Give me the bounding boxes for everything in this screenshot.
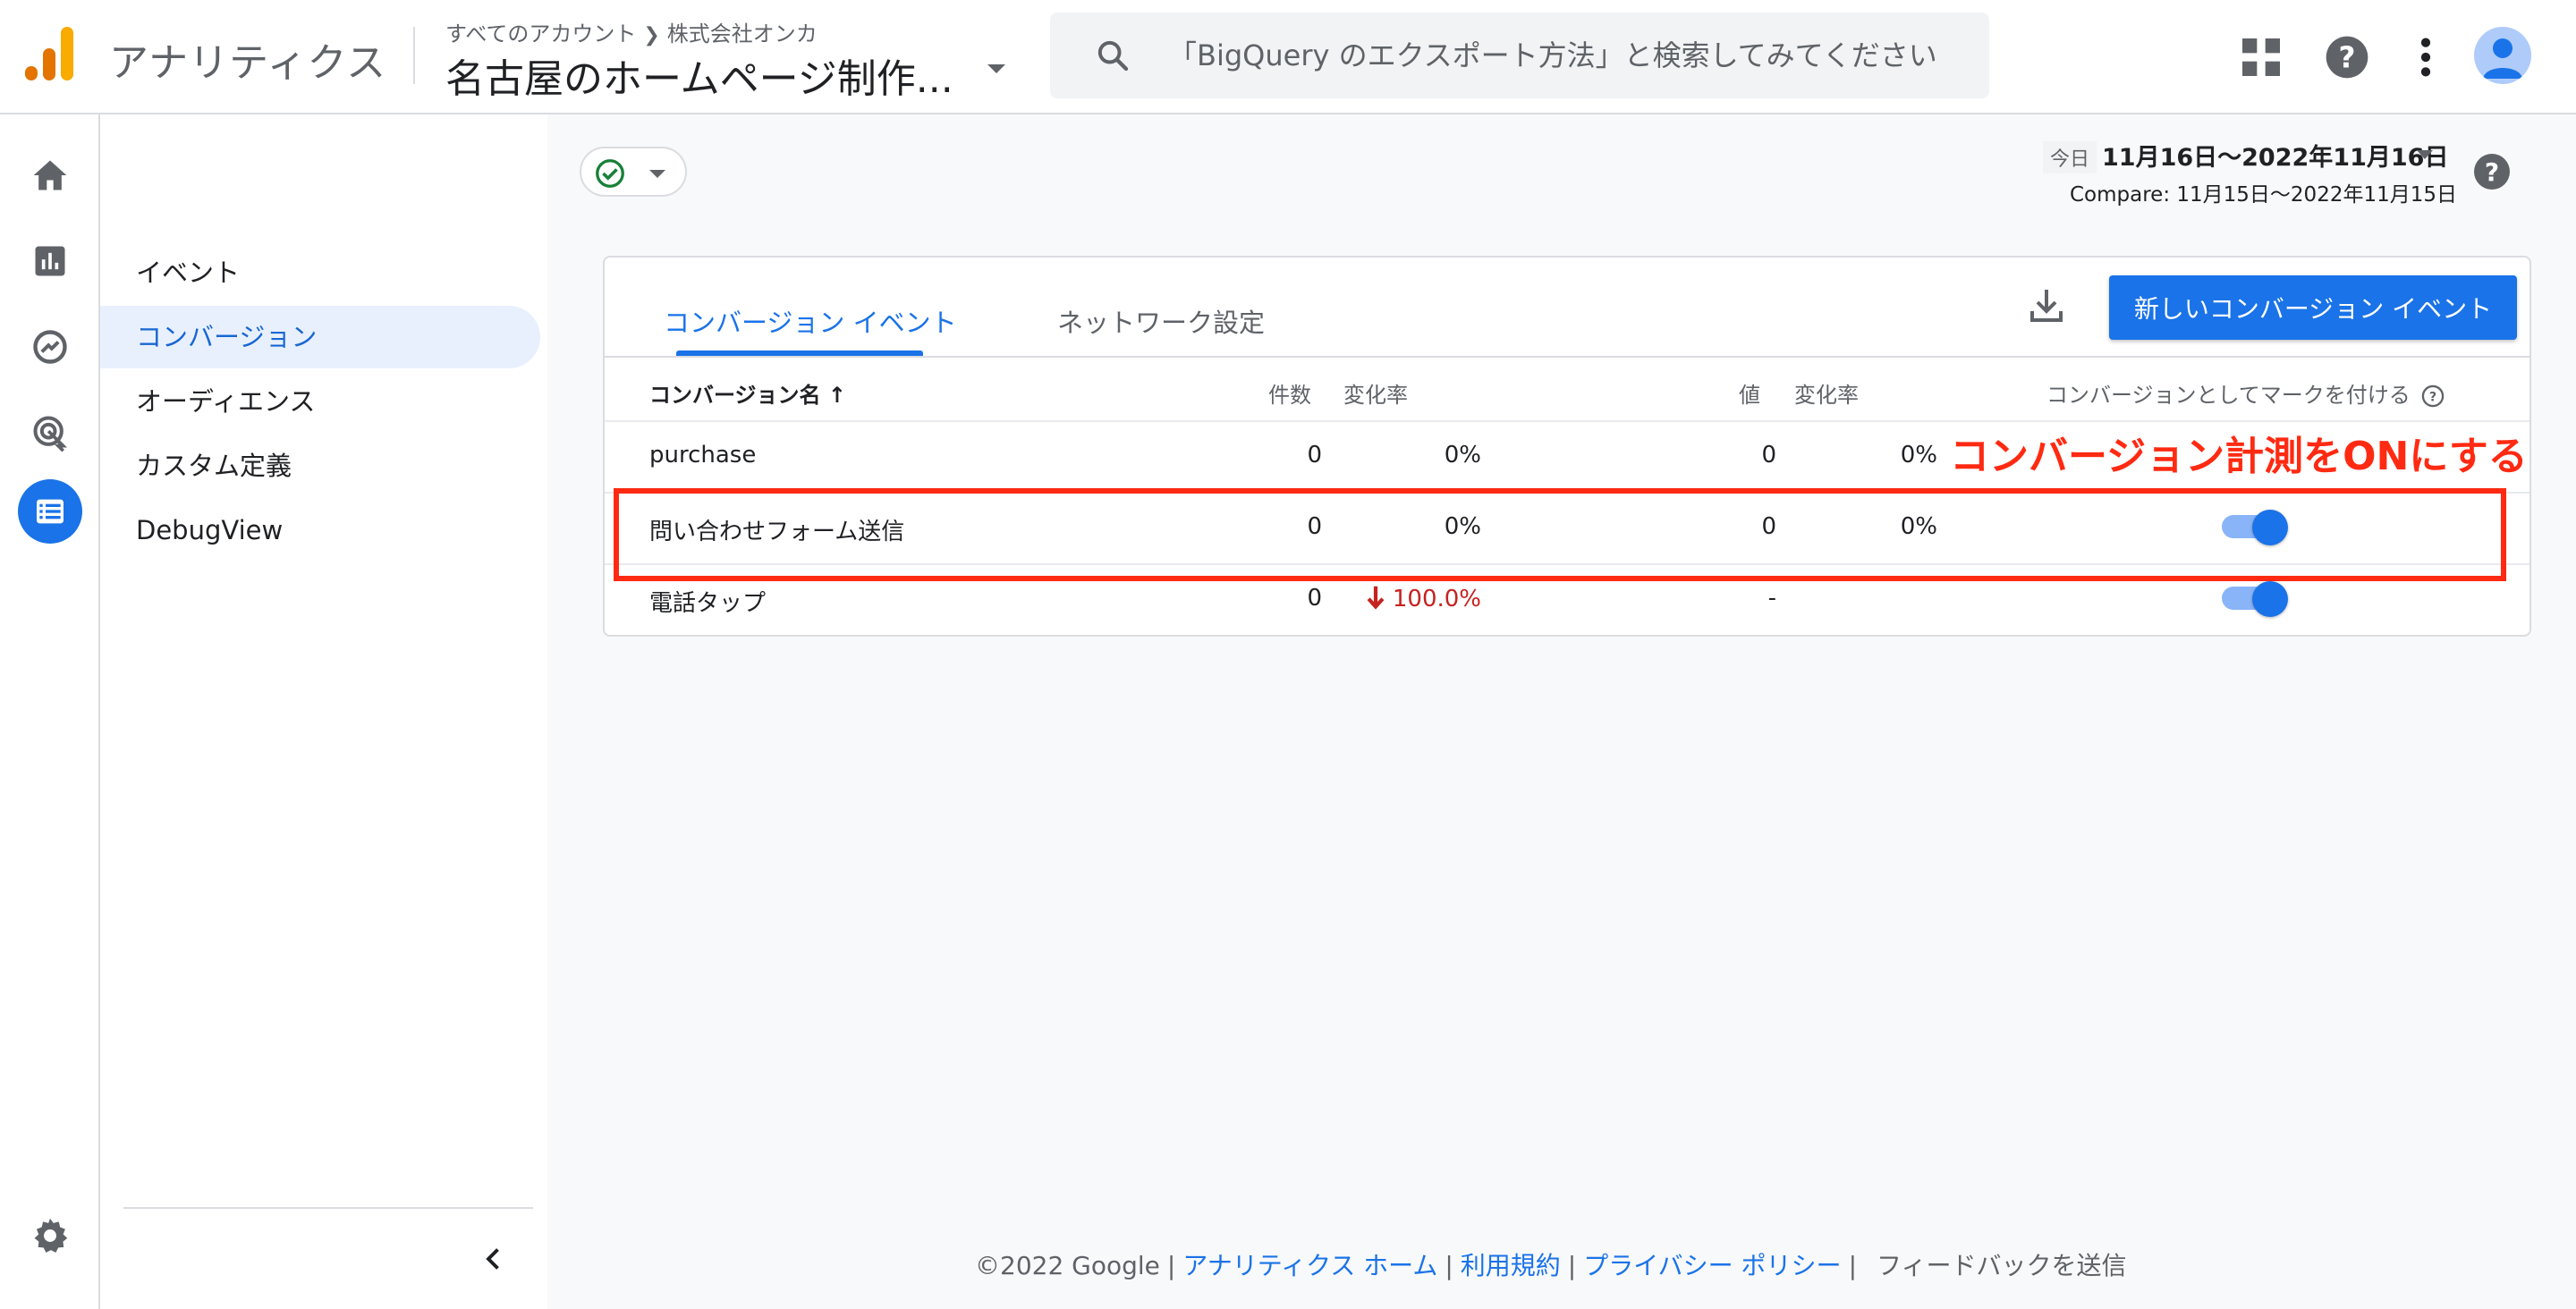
date-today-label: 今日 bbox=[2043, 141, 2097, 173]
tab-network-settings[interactable]: ネットワーク設定 bbox=[1057, 302, 1265, 340]
chevron-right-icon: ❯ bbox=[643, 24, 660, 46]
date-range-selector[interactable]: 11月16日〜2022年11月16日 bbox=[2102, 138, 2448, 173]
page-help-icon[interactable]: ? bbox=[2470, 150, 2513, 193]
check-circle-icon bbox=[596, 159, 624, 188]
tabs-divider bbox=[605, 356, 2529, 358]
breadcrumb-account[interactable]: 株式会社オンカ bbox=[667, 21, 818, 46]
tab-conversion-events[interactable]: コンバージョン イベント bbox=[664, 302, 957, 340]
subnav-item-custom-definitions[interactable]: カスタム定義 bbox=[136, 435, 292, 497]
rail-settings[interactable] bbox=[21, 1207, 79, 1264]
help-outline-icon[interactable]: ? bbox=[2420, 384, 2445, 409]
footer-separator: | bbox=[1567, 1251, 1577, 1280]
collapse-nav-button[interactable] bbox=[469, 1234, 519, 1284]
rail-home[interactable] bbox=[21, 147, 79, 204]
footer-copyright: ©2022 Google bbox=[975, 1251, 1160, 1280]
footer-link-terms[interactable]: 利用規約 bbox=[1461, 1251, 1561, 1280]
search-icon bbox=[1097, 40, 1129, 72]
subnav-divider bbox=[123, 1207, 533, 1209]
svg-text:?: ? bbox=[2339, 41, 2356, 75]
chevron-left-icon bbox=[486, 1248, 499, 1270]
arrow-down-icon bbox=[1367, 586, 1385, 610]
rail-advertising[interactable] bbox=[21, 404, 79, 461]
footer-separator: | bbox=[1166, 1251, 1176, 1280]
apps-grid-icon[interactable] bbox=[2236, 32, 2286, 82]
row-count-change: 0% bbox=[1444, 442, 1481, 469]
column-header-mark: コンバージョンとしてマークを付ける ? bbox=[2046, 377, 2445, 409]
page-footer: ©2022 Google | アナリティクス ホーム | 利用規約 | プライバシー ポリシ… bbox=[975, 1246, 2126, 1282]
subnav-item-events[interactable]: イベント bbox=[136, 241, 240, 304]
mark-as-conversion-toggle[interactable] bbox=[2222, 581, 2290, 617]
row-name[interactable]: purchase bbox=[649, 442, 756, 469]
breadcrumb-all-accounts[interactable]: すべてのアカウント bbox=[445, 21, 636, 46]
explore-icon bbox=[33, 330, 67, 364]
account-avatar[interactable] bbox=[2474, 27, 2531, 84]
property-selector[interactable]: 名古屋のホームページ制作... bbox=[445, 46, 953, 104]
column-header-count: 件数 bbox=[1268, 383, 1311, 408]
download-icon[interactable] bbox=[2025, 284, 2068, 327]
row-count: 0 bbox=[1307, 585, 1322, 612]
footer-separator: | bbox=[1848, 1251, 1857, 1280]
app-name: アナリティクス bbox=[109, 40, 387, 86]
settings-icon bbox=[34, 1218, 68, 1253]
subnav-item-audiences[interactable]: オーディエンス bbox=[136, 370, 315, 433]
new-conversion-event-button[interactable]: 新しいコンバージョン イベント bbox=[2109, 275, 2517, 340]
row-name[interactable]: 電話タップ bbox=[649, 585, 766, 618]
row-value-change: 0% bbox=[1900, 442, 1937, 469]
person-icon bbox=[2483, 38, 2522, 79]
account-breadcrumb[interactable]: すべてのアカウント ❯ 株式会社オンカ bbox=[445, 16, 818, 47]
annotation-highlight-box bbox=[614, 488, 2506, 581]
column-header-name[interactable]: コンバージョン名 ↑ bbox=[649, 377, 846, 409]
row-count: 0 bbox=[1307, 442, 1322, 469]
more-vert-icon[interactable] bbox=[2401, 32, 2451, 82]
dropdown-caret-icon[interactable] bbox=[987, 64, 1005, 73]
data-quality-status-chip[interactable] bbox=[580, 147, 687, 197]
rail-reports[interactable] bbox=[21, 232, 79, 290]
search-bar[interactable] bbox=[1050, 13, 1989, 98]
search-input[interactable] bbox=[1166, 29, 1971, 82]
row-count-change-value: 100.0% bbox=[1392, 586, 1481, 612]
compare-range: Compare: 11月15日〜2022年11月15日 bbox=[2070, 183, 2457, 207]
column-header-value: 値 bbox=[1739, 383, 1760, 408]
row-value: 0 bbox=[1761, 442, 1776, 469]
footer-link-analytics-home[interactable]: アナリティクス ホーム bbox=[1182, 1251, 1437, 1280]
rail-explore[interactable] bbox=[21, 318, 79, 376]
chevron-down-icon bbox=[649, 170, 665, 178]
svg-text:?: ? bbox=[2485, 157, 2499, 187]
analytics-logo-icon[interactable] bbox=[25, 27, 75, 84]
svg-text:?: ? bbox=[2429, 390, 2436, 404]
toggle-thumb bbox=[2252, 581, 2288, 617]
advertising-icon bbox=[33, 416, 68, 452]
admin-sub-nav: イベント コンバージョン オーディエンス カスタム定義 DebugView bbox=[100, 114, 547, 1309]
top-app-bar: アナリティクス すべてのアカウント ❯ 株式会社オンカ 名古屋のホームページ制作..… bbox=[0, 0, 2576, 114]
footer-link-privacy[interactable]: プライバシー ポリシー bbox=[1583, 1251, 1841, 1280]
footer-feedback-link[interactable]: フィードバックを送信 bbox=[1877, 1251, 2126, 1280]
reports-icon bbox=[35, 246, 65, 276]
footer-separator: | bbox=[1445, 1251, 1453, 1280]
annotation-label: コンバージョン計測をONにする bbox=[1950, 434, 2528, 479]
column-header-count-change: 変化率 bbox=[1343, 383, 1408, 408]
left-nav-rail bbox=[0, 114, 100, 1309]
date-dropdown-caret-icon[interactable] bbox=[2417, 150, 2433, 159]
home-icon bbox=[33, 160, 67, 190]
configure-icon bbox=[37, 499, 64, 524]
row-divider bbox=[605, 420, 2529, 422]
column-header-mark-label: コンバージョンとしてマークを付ける bbox=[2046, 383, 2411, 408]
subnav-item-conversions[interactable]: コンバージョン bbox=[100, 306, 540, 368]
column-header-value-change: 変化率 bbox=[1794, 383, 1859, 408]
row-value: - bbox=[1767, 585, 1776, 612]
help-icon[interactable]: ? bbox=[2322, 32, 2372, 82]
subnav-item-debugview[interactable]: DebugView bbox=[136, 499, 283, 562]
rail-configure[interactable] bbox=[18, 479, 82, 544]
row-count-change: 100.0% bbox=[1356, 585, 1481, 612]
header-divider bbox=[413, 27, 415, 84]
